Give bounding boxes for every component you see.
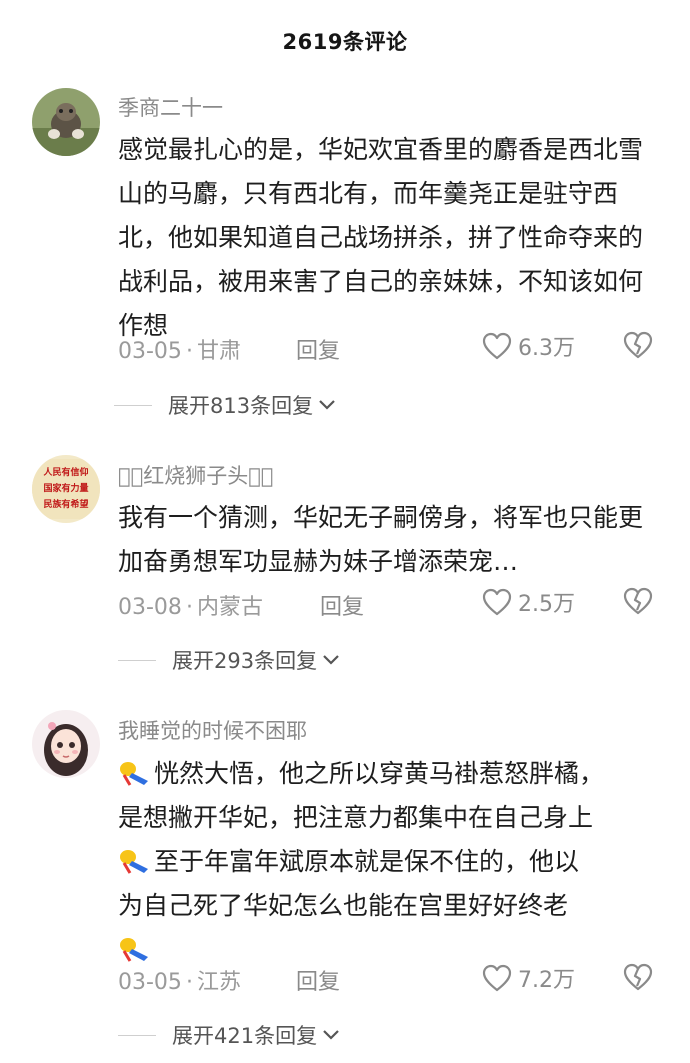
comment-meta: 03-05 · 甘肃: [118, 339, 241, 364]
divider-line: [118, 1034, 156, 1036]
avatar[interactable]: 人民有信仰 国家有力量 民族有希望: [32, 455, 100, 523]
divider-line: [114, 404, 152, 406]
comment-author[interactable]: 我睡觉的时候不困耶: [118, 715, 307, 745]
comment-author[interactable]: ꪔ⃝红烧狮子头ꪔ⃝: [118, 460, 273, 490]
expand-replies-label: 展开421条回复: [172, 1024, 318, 1048]
like-count: 7.2万: [518, 968, 575, 993]
dislike-button[interactable]: [622, 586, 654, 620]
avatar[interactable]: [32, 88, 100, 156]
lying-down-emoji-icon: [120, 762, 148, 786]
chevron-down-icon: [323, 655, 339, 665]
expand-replies-label: 展开813条回复: [168, 394, 314, 418]
broken-heart-icon: [623, 963, 653, 991]
comment-line: 为自己死了华妃怎么也能在宫里好好终老: [118, 891, 569, 920]
comment-line: 至于年富年斌原本就是保不住的，他以: [118, 840, 663, 884]
like-count: 2.5万: [518, 592, 575, 617]
broken-heart-icon: [623, 587, 653, 615]
expand-replies-label: 展开293条回复: [172, 649, 318, 673]
comment-date: 03-05: [118, 970, 182, 995]
comment-count-title: 2619条评论: [282, 30, 408, 54]
expand-replies-button[interactable]: 展开421条回复: [118, 1020, 341, 1050]
like-button[interactable]: 7.2万: [482, 962, 575, 994]
comment-date: 03-08: [118, 595, 182, 620]
expand-replies-button[interactable]: 展开293条回复: [118, 645, 341, 675]
expand-replies-button[interactable]: 展开813条回复: [114, 390, 337, 420]
chevron-down-icon: [319, 400, 335, 410]
lying-down-emoji-icon: [120, 850, 148, 874]
comment-text: 我有一个猜测，华妃无子嗣傍身，将军也只能更加奋勇想军功显赫为妹子增添荣宠…: [118, 503, 644, 576]
chevron-down-icon: [323, 1030, 339, 1040]
comment-text: 恍然大悟，他之所以穿黄马褂惹怒胖橘， 是想撇开华妃，把注意力都集中在自己身上 至…: [118, 752, 663, 972]
reply-button[interactable]: 回复: [296, 333, 340, 365]
dislike-button[interactable]: [622, 962, 654, 996]
dislike-button[interactable]: [622, 330, 654, 364]
reply-button[interactable]: 回复: [320, 589, 364, 621]
comment-meta: 03-05 · 江苏: [118, 970, 241, 995]
divider-line: [118, 659, 156, 661]
heart-outline-icon: [482, 588, 512, 616]
lying-down-emoji-icon: [120, 938, 148, 962]
avatar-slogan-2: 国家有力量: [43, 482, 88, 494]
comment-author[interactable]: 季商二十一: [118, 92, 223, 122]
avatar-slogan-3: 民族有希望: [43, 498, 88, 510]
like-button[interactable]: 6.3万: [482, 330, 575, 362]
comment-line: 恍然大悟，他之所以穿黄马褂惹怒胖橘，: [118, 752, 663, 796]
comment-meta: 03-08 · 内蒙古: [118, 595, 263, 620]
comment-location: 甘肃: [196, 339, 241, 364]
reply-button[interactable]: 回复: [296, 964, 340, 996]
comment-line: 是想撇开华妃，把注意力都集中在自己身上: [118, 803, 594, 832]
like-count: 6.3万: [518, 336, 575, 361]
avatar[interactable]: [32, 710, 100, 778]
like-button[interactable]: 2.5万: [482, 586, 575, 618]
heart-outline-icon: [482, 332, 512, 360]
comment-text: 感觉最扎心的是，华妃欢宜香里的麝香是西北雪山的马麝，只有西北有，而年羹尧正是驻守…: [118, 135, 644, 340]
avatar-slogan-1: 人民有信仰: [42, 466, 88, 478]
comment-location: 江苏: [196, 970, 241, 995]
broken-heart-icon: [623, 331, 653, 359]
heart-outline-icon: [482, 964, 512, 992]
comment-location: 内蒙古: [196, 595, 263, 620]
comment-date: 03-05: [118, 339, 182, 364]
